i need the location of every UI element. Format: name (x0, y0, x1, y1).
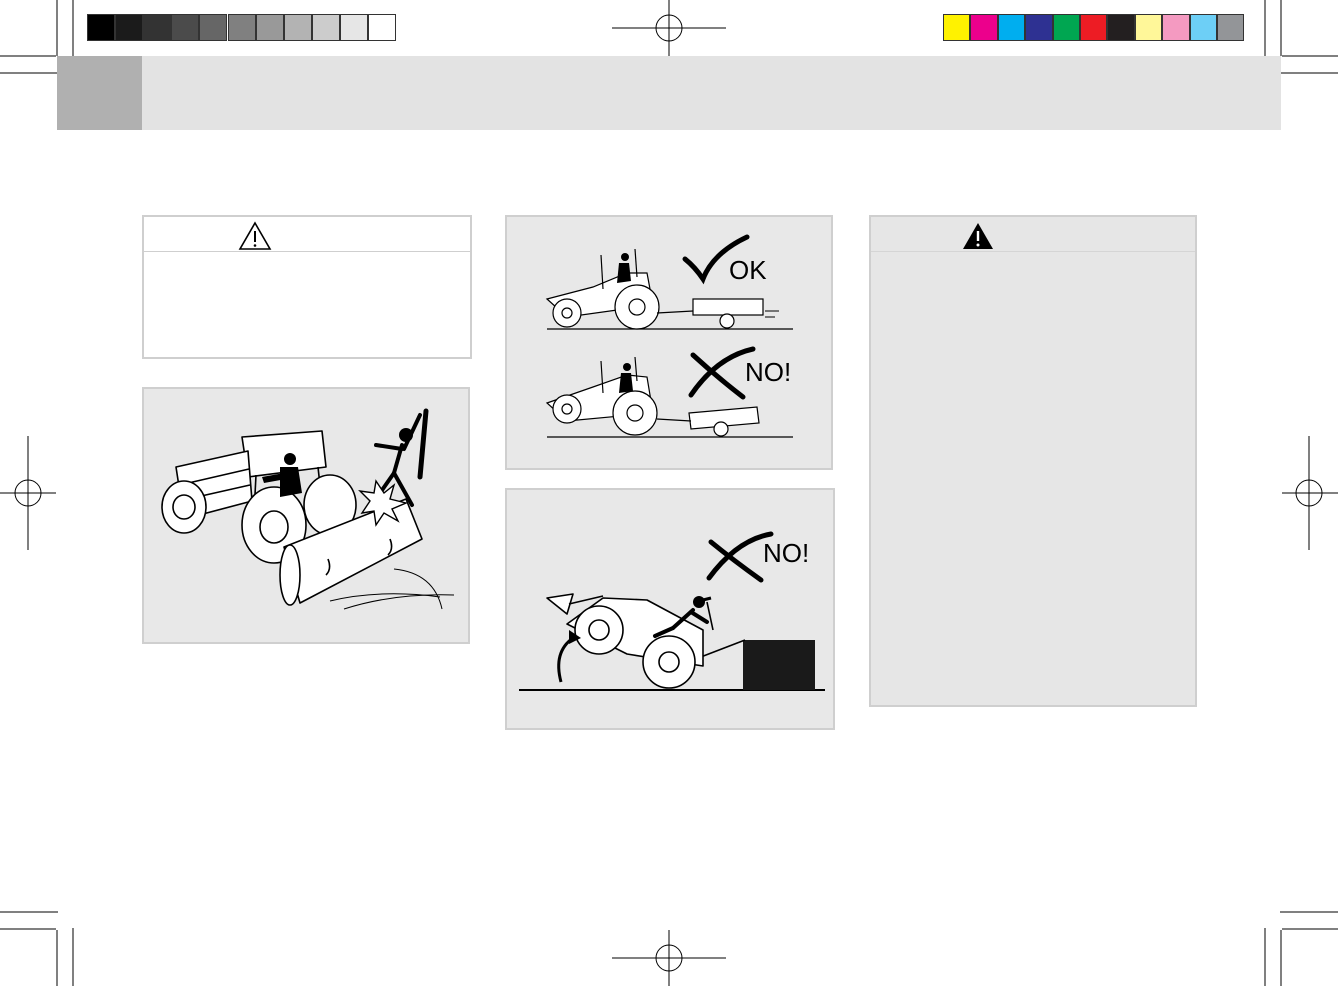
color-swatch (1080, 14, 1108, 41)
color-swatch (970, 14, 998, 41)
color-swatch (143, 14, 172, 41)
warning-triangle-outline-icon (238, 221, 272, 250)
color-swatch (1025, 14, 1053, 41)
figure-loader-tipping: NO! (505, 488, 835, 730)
color-swatch (87, 14, 116, 41)
color-swatch (943, 14, 971, 41)
color-swatch (339, 14, 368, 41)
figure-towing-comparison: OK NO! (505, 215, 833, 470)
color-swatch (311, 14, 340, 41)
color-swatch (1217, 14, 1245, 41)
color-swatch (1052, 14, 1080, 41)
ok-label: OK (729, 255, 767, 285)
caution-box (142, 215, 472, 359)
color-swatch (227, 14, 256, 41)
color-swatch (171, 14, 200, 41)
color-swatch (255, 14, 284, 41)
color-swatch (199, 14, 228, 41)
color-swatch (997, 14, 1026, 41)
chapter-tab (57, 56, 142, 130)
tractor-tiller-hazard-illustration (161, 408, 455, 610)
towing-comparison-illustration: OK NO! (545, 234, 793, 438)
color-swatch (1107, 14, 1135, 41)
color-swatch (1134, 14, 1163, 41)
page-header-band (57, 56, 1281, 130)
caution-box-header (144, 217, 470, 252)
color-swatch (1189, 14, 1217, 41)
towing-no-label: NO! (745, 357, 791, 387)
loader-tipping-illustration: NO! (519, 531, 825, 691)
color-swatch (283, 14, 312, 41)
figure-tractor-tiller-hazard (142, 387, 470, 644)
warning-box-header (871, 217, 1195, 252)
warning-triangle-filled-icon (963, 223, 993, 249)
color-swatch (1162, 14, 1190, 41)
warning-box (869, 215, 1197, 707)
color-swatch (368, 14, 397, 41)
color-swatch (115, 14, 144, 41)
loader-no-label: NO! (763, 538, 809, 568)
